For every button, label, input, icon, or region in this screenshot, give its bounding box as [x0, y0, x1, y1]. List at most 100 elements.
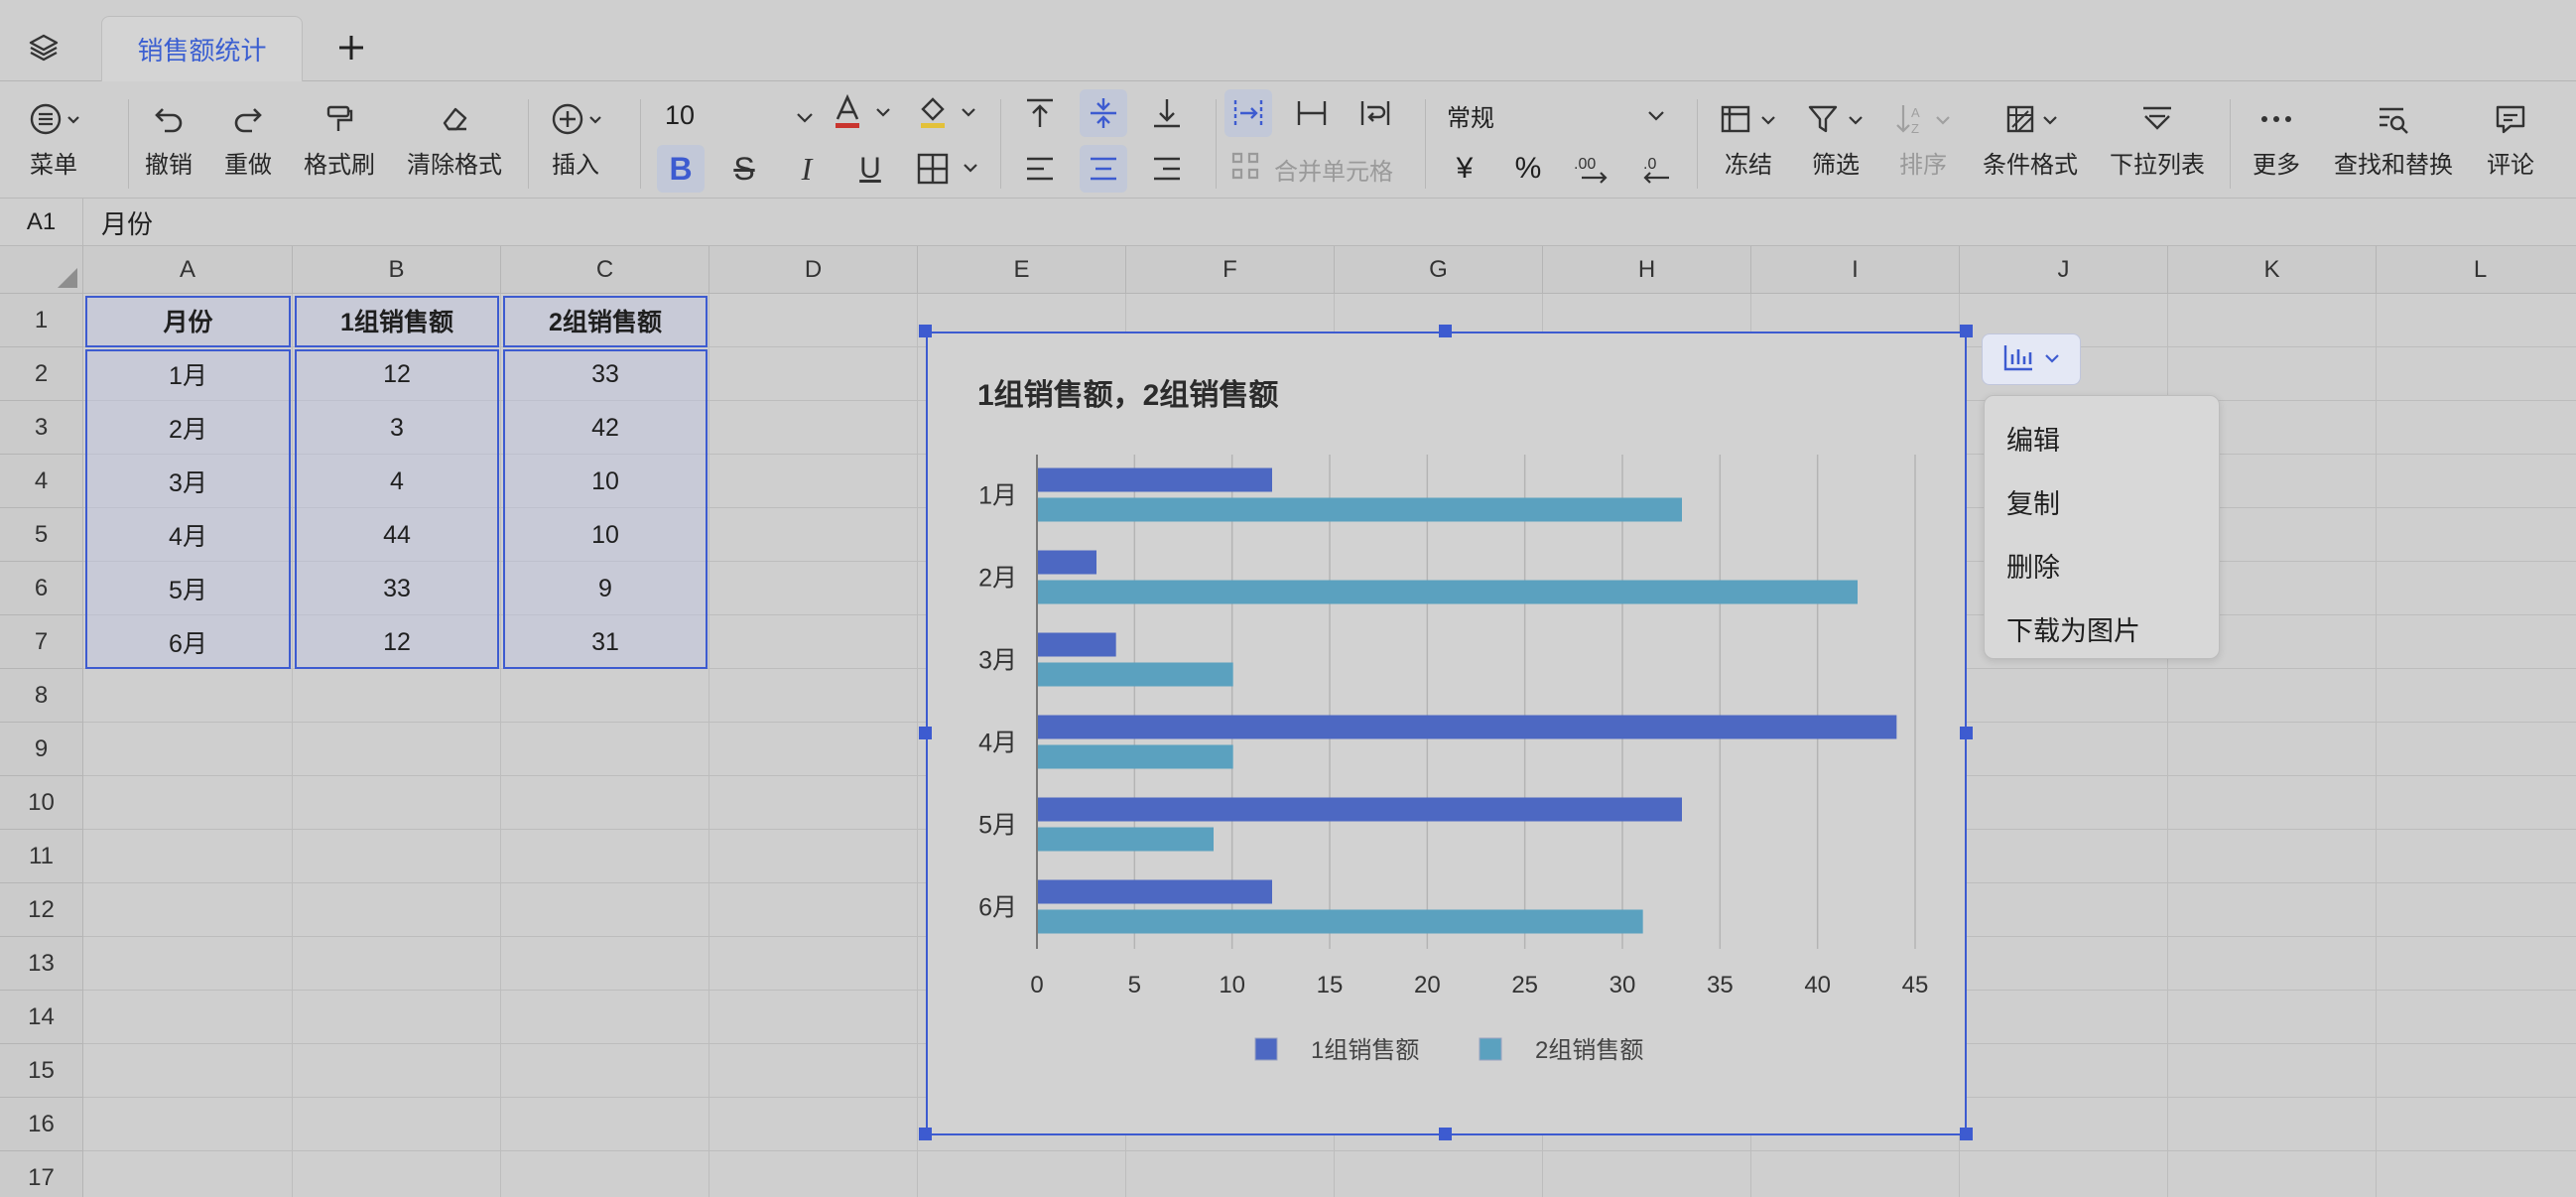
- header-cell[interactable]: 月份: [83, 294, 293, 347]
- table-cell[interactable]: 4月: [83, 508, 293, 562]
- insert-button[interactable]: 插入: [548, 95, 603, 180]
- table-cell[interactable]: 6月: [83, 615, 293, 669]
- number-format-select[interactable]: 常规: [1447, 95, 1665, 135]
- column-header[interactable]: L: [2377, 246, 2576, 294]
- resize-handle[interactable]: [1960, 727, 1973, 739]
- column-header[interactable]: H: [1543, 246, 1751, 294]
- column-header[interactable]: K: [2168, 246, 2377, 294]
- menu-item-delete[interactable]: 删除: [1985, 533, 2219, 597]
- row-header[interactable]: 11: [0, 830, 83, 883]
- text-clip-button[interactable]: [1288, 89, 1336, 137]
- menu-item-download-image[interactable]: 下载为图片: [1985, 597, 2219, 660]
- row-header[interactable]: 3: [0, 401, 83, 455]
- bold-button[interactable]: B: [657, 145, 705, 193]
- column-header[interactable]: D: [709, 246, 918, 294]
- strikethrough-button[interactable]: S: [720, 145, 768, 193]
- row-header[interactable]: 9: [0, 723, 83, 776]
- header-cell[interactable]: 1组销售额: [293, 294, 501, 347]
- align-right-button[interactable]: [1143, 145, 1191, 193]
- filter-button[interactable]: 筛选: [1804, 95, 1868, 180]
- resize-handle[interactable]: [1439, 325, 1452, 337]
- row-header[interactable]: 4: [0, 455, 83, 508]
- undo-button[interactable]: 撤销: [145, 95, 193, 180]
- column-header[interactable]: A: [83, 246, 293, 294]
- menu-item-edit[interactable]: 编辑: [1985, 406, 2219, 469]
- sort-button[interactable]: AZ 排序: [1891, 95, 1955, 180]
- find-replace-button[interactable]: 查找和替换: [2334, 95, 2453, 180]
- table-cell[interactable]: 33: [501, 347, 709, 401]
- chart-options-button[interactable]: [1982, 333, 2081, 385]
- underline-button[interactable]: U: [846, 145, 894, 193]
- column-header[interactable]: B: [293, 246, 501, 294]
- table-cell[interactable]: 9: [501, 562, 709, 615]
- row-header[interactable]: 10: [0, 776, 83, 830]
- table-cell[interactable]: 44: [293, 508, 501, 562]
- row-header[interactable]: 13: [0, 937, 83, 991]
- row-header[interactable]: 8: [0, 669, 83, 723]
- table-cell[interactable]: 31: [501, 615, 709, 669]
- row-header[interactable]: 2: [0, 347, 83, 401]
- percent-button[interactable]: %: [1504, 145, 1552, 193]
- clear-format-button[interactable]: 清除格式: [407, 95, 502, 180]
- row-header[interactable]: 12: [0, 883, 83, 937]
- menu-item-copy[interactable]: 复制: [1985, 469, 2219, 533]
- table-cell[interactable]: 5月: [83, 562, 293, 615]
- row-header[interactable]: 17: [0, 1151, 83, 1197]
- resize-handle[interactable]: [919, 727, 932, 739]
- column-header[interactable]: F: [1126, 246, 1335, 294]
- resize-handle[interactable]: [919, 325, 932, 337]
- currency-button[interactable]: ¥: [1441, 145, 1488, 193]
- align-middle-button[interactable]: [1080, 89, 1127, 137]
- format-painter-button[interactable]: 格式刷: [304, 95, 375, 180]
- table-cell[interactable]: 4: [293, 455, 501, 508]
- table-cell[interactable]: 10: [501, 455, 709, 508]
- table-cell[interactable]: 12: [293, 347, 501, 401]
- cell-reference[interactable]: A1: [0, 199, 83, 246]
- column-header[interactable]: J: [1960, 246, 2168, 294]
- increase-decimal-button[interactable]: .00: [1568, 145, 1615, 193]
- formula-input[interactable]: 月份: [101, 199, 153, 246]
- font-color-button[interactable]: [826, 89, 895, 137]
- italic-button[interactable]: I: [783, 145, 831, 193]
- freeze-button[interactable]: 冻结: [1717, 95, 1780, 180]
- align-top-button[interactable]: [1016, 89, 1064, 137]
- resize-handle[interactable]: [1439, 1128, 1452, 1140]
- redo-button[interactable]: 重做: [224, 95, 272, 180]
- column-header[interactable]: I: [1751, 246, 1960, 294]
- table-cell[interactable]: 12: [293, 615, 501, 669]
- add-sheet-icon[interactable]: [331, 28, 371, 67]
- row-header[interactable]: 7: [0, 615, 83, 669]
- resize-handle[interactable]: [1960, 325, 1973, 337]
- table-cell[interactable]: 3月: [83, 455, 293, 508]
- row-header[interactable]: 5: [0, 508, 83, 562]
- table-cell[interactable]: 33: [293, 562, 501, 615]
- comment-button[interactable]: 评论: [2487, 95, 2534, 180]
- align-left-button[interactable]: [1016, 145, 1064, 193]
- column-header[interactable]: C: [501, 246, 709, 294]
- dropdown-list-button[interactable]: 下拉列表: [2110, 95, 2205, 180]
- column-header[interactable]: E: [918, 246, 1126, 294]
- conditional-format-button[interactable]: 条件格式: [1983, 95, 2078, 180]
- table-cell[interactable]: 42: [501, 401, 709, 455]
- align-bottom-button[interactable]: [1143, 89, 1191, 137]
- row-header[interactable]: 14: [0, 991, 83, 1044]
- table-cell[interactable]: 3: [293, 401, 501, 455]
- row-header[interactable]: 16: [0, 1098, 83, 1151]
- merge-cells-button[interactable]: 合并单元格: [1230, 149, 1393, 189]
- text-overflow-button[interactable]: [1224, 89, 1272, 137]
- resize-handle[interactable]: [919, 1128, 932, 1140]
- header-cell[interactable]: 2组销售额: [501, 294, 709, 347]
- decrease-decimal-button[interactable]: .0: [1631, 145, 1679, 193]
- resize-handle[interactable]: [1960, 1128, 1973, 1140]
- row-header[interactable]: 6: [0, 562, 83, 615]
- border-button[interactable]: [913, 145, 982, 193]
- table-cell[interactable]: 1月: [83, 347, 293, 401]
- menu-button[interactable]: 菜单: [26, 95, 81, 180]
- bar-chart[interactable]: 1组销售额，2组销售额 0 5 10 15 20 25 30 35 40 45 1月 2月 3月 4月 5月 6…: [926, 332, 1967, 1135]
- text-wrap-button[interactable]: [1352, 89, 1399, 137]
- table-cell[interactable]: 2月: [83, 401, 293, 455]
- font-size-select[interactable]: 10: [665, 95, 814, 135]
- sheet-tab[interactable]: 销售额统计: [101, 16, 303, 81]
- column-header[interactable]: G: [1335, 246, 1543, 294]
- layers-icon[interactable]: [26, 30, 62, 66]
